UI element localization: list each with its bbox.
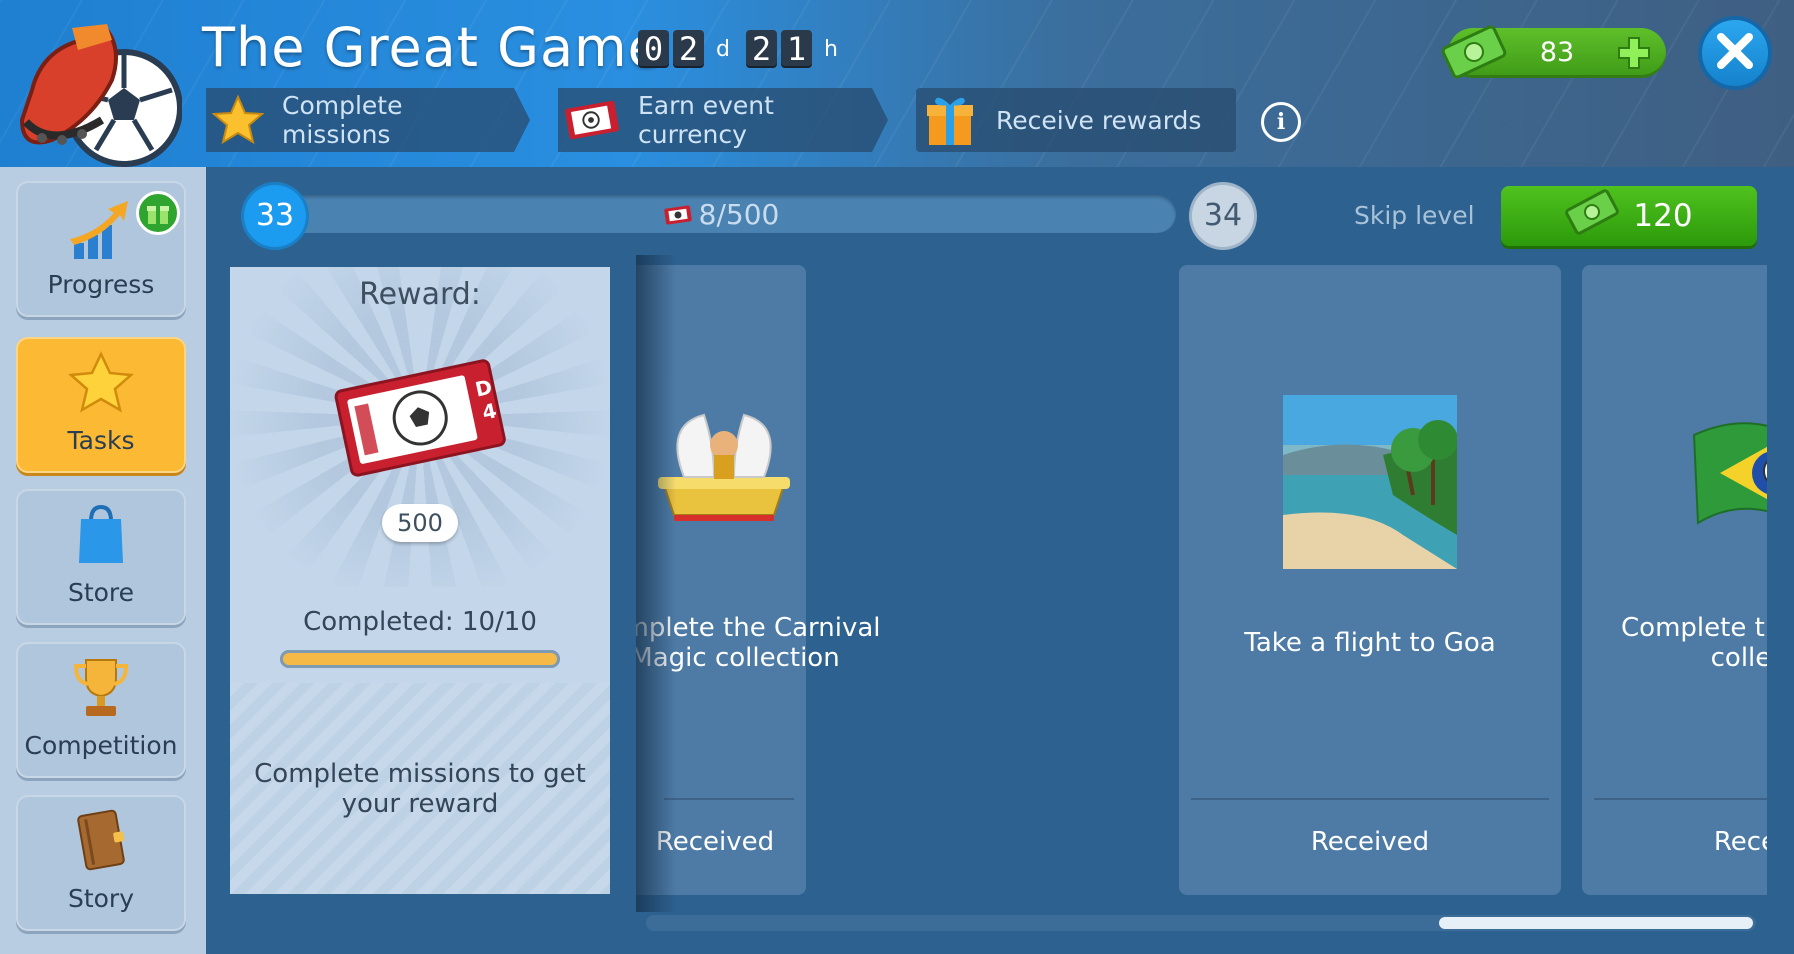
sidebar-item-label: Store <box>67 578 135 607</box>
cash-icon <box>1565 187 1620 245</box>
tasks-panel: 8/500 33 34 Skip level 120 Reward: D 4 5… <box>206 167 1794 954</box>
step-earn-currency: Earn event currency <box>558 88 888 152</box>
timer-day-unit: d <box>716 36 730 62</box>
skip-level-label: Skip level <box>1354 201 1475 230</box>
mission-description: Complete the Fan Zone collection <box>1621 613 1767 673</box>
soccer-boot-logo-icon <box>12 10 183 167</box>
reward-amount-badge: 500 <box>382 504 458 542</box>
sidebar-item-story[interactable]: Story <box>16 795 186 931</box>
step-receive-rewards: Receive rewards <box>916 88 1236 152</box>
gift-badge-icon <box>136 191 180 235</box>
brazil-flag-image <box>1688 415 1767 539</box>
step-label: Complete missions <box>282 91 403 149</box>
close-icon <box>1715 31 1755 75</box>
currency-balance[interactable]: 83 <box>1441 25 1666 79</box>
event-steps: Complete missions Earn event currency Re… <box>206 88 1236 152</box>
carousel-scrollbar[interactable] <box>646 915 1756 931</box>
skip-level-price: 120 <box>1633 198 1693 234</box>
sidebar-item-label: Tasks <box>67 426 135 455</box>
gift-icon <box>922 92 978 148</box>
completed-label: Completed: 10/10 <box>303 607 537 637</box>
sidebar-item-label: Progress <box>47 270 155 299</box>
star-icon <box>212 92 264 148</box>
reward-title: Reward: <box>359 277 481 312</box>
reward-panel: Reward: D 4 500 Completed: 10/10 Complet… <box>230 267 610 894</box>
current-level-badge: 33 <box>244 185 306 247</box>
carousel-edge-shadow <box>636 255 676 912</box>
info-icon[interactable]: i <box>1261 102 1301 142</box>
mission-status: Received <box>1713 827 1767 857</box>
timer-digit: 0 <box>638 30 669 68</box>
match-ticket-icon: D 4 <box>334 357 506 481</box>
missions-carousel[interactable]: Complete the Carnival Magic collection R… <box>636 255 1767 912</box>
mission-description: Complete the Carnival Magic collection <box>636 613 881 673</box>
level-progress-value: 8/500 <box>698 198 780 231</box>
mission-card[interactable]: Complete the Fan Zone collection Receive… <box>1582 265 1767 895</box>
timer-hour-unit: h <box>823 36 838 62</box>
timer-digit: 1 <box>780 30 812 68</box>
timer-digit: 2 <box>673 30 704 68</box>
goa-beach-image <box>1283 395 1458 573</box>
star-icon <box>67 351 135 417</box>
step-label: Receive rewards <box>996 105 1202 135</box>
shopping-bag-icon <box>75 503 127 569</box>
carousel-scroll-thumb[interactable] <box>1439 917 1753 929</box>
sidebar-item-tasks[interactable]: Tasks <box>16 337 186 473</box>
ticket-icon <box>564 92 620 148</box>
skip-level-button[interactable]: 120 <box>1501 186 1757 246</box>
book-icon <box>74 809 128 875</box>
sidebar: Progress Tasks Store Competition Story <box>0 167 206 954</box>
step-label: Earn event currency <box>638 91 774 149</box>
next-level-badge: 34 <box>1192 185 1254 247</box>
sidebar-item-label: Story <box>67 884 135 913</box>
card-divider <box>1191 798 1549 800</box>
completed-progress-bar <box>280 650 560 668</box>
mission-status: Received <box>1310 827 1430 857</box>
card-divider <box>1594 798 1767 800</box>
plus-icon[interactable] <box>1616 35 1652 71</box>
event-header: The Great Game 0 2 d 2 1 h Complete miss… <box>0 0 1794 167</box>
mission-status: Received <box>655 827 775 857</box>
level-progress-text: 8/500 <box>266 198 1176 233</box>
sidebar-item-progress[interactable]: Progress <box>16 181 186 317</box>
close-button[interactable] <box>1698 16 1772 90</box>
card-divider <box>664 798 794 800</box>
trophy-icon <box>72 656 130 722</box>
ticket-icon <box>663 200 693 233</box>
sidebar-item-store[interactable]: Store <box>16 489 186 625</box>
countdown-timer: 0 2 d 2 1 h <box>638 30 850 68</box>
completed-progress-fill <box>283 653 557 665</box>
progress-chart-icon <box>66 195 136 265</box>
mission-card[interactable]: Take a flight to Goa Received <box>1179 265 1561 895</box>
event-title: The Great Game <box>202 16 662 79</box>
mission-description: Take a flight to Goa <box>1244 628 1496 658</box>
sidebar-item-label: Competition <box>24 731 178 760</box>
timer-digit: 2 <box>745 30 777 68</box>
sidebar-item-competition[interactable]: Competition <box>16 642 186 778</box>
reward-hint: Complete missions to get your reward <box>230 683 610 894</box>
step-complete-missions: Complete missions <box>206 88 530 152</box>
level-progress-bar: 8/500 <box>266 195 1176 233</box>
